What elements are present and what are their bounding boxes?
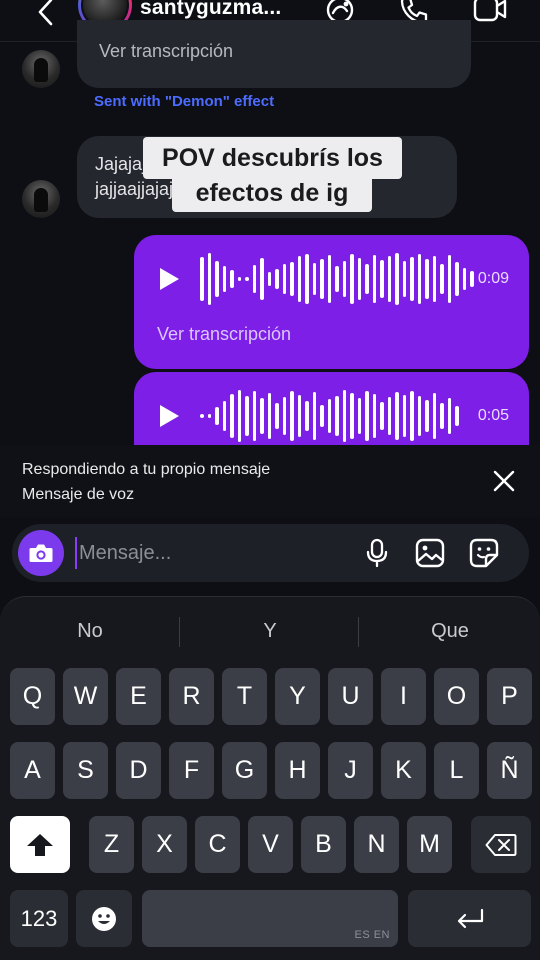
key-h[interactable]: H xyxy=(275,742,320,799)
reply-subtitle: Mensaje de voz xyxy=(22,486,135,503)
overlay-caption-line-1: POV descubrís los xyxy=(143,137,402,179)
key-v[interactable]: V xyxy=(248,816,293,873)
audio-waveform[interactable] xyxy=(200,388,459,444)
audio-waveform[interactable] xyxy=(200,251,474,307)
chevron-left-icon xyxy=(38,0,53,26)
key-m[interactable]: M xyxy=(407,816,452,873)
gallery-button[interactable] xyxy=(413,536,447,570)
key-j[interactable]: J xyxy=(328,742,373,799)
key-e[interactable]: E xyxy=(116,668,161,725)
voice-duration: 0:09 xyxy=(477,270,509,287)
effect-label: Sent with "Demon" effect xyxy=(94,93,275,110)
backspace-icon xyxy=(485,833,517,856)
return-icon xyxy=(457,908,483,928)
key-a[interactable]: A xyxy=(10,742,55,799)
emoji-key[interactable] xyxy=(76,890,132,947)
suggestion-divider xyxy=(358,617,359,647)
keyboard-suggestions: No Y Que xyxy=(0,613,540,649)
image-icon xyxy=(415,538,445,568)
on-screen-keyboard: No Y Que Q W E R T Y U I O P A S D F G H… xyxy=(0,596,540,960)
backspace-key[interactable] xyxy=(471,816,531,873)
back-button[interactable] xyxy=(30,0,60,30)
sticker-icon xyxy=(469,538,499,568)
key-i[interactable]: I xyxy=(381,668,426,725)
overlay-caption-line-2: efectos de ig xyxy=(172,174,372,212)
key-o[interactable]: O xyxy=(434,668,479,725)
cancel-reply-button[interactable] xyxy=(488,465,520,497)
key-w[interactable]: W xyxy=(63,668,108,725)
return-key[interactable] xyxy=(408,890,531,947)
sticker-button[interactable] xyxy=(467,536,501,570)
voice-duration: 0:05 xyxy=(477,407,509,424)
space-bar[interactable]: ES EN xyxy=(142,890,398,947)
suggestion-item[interactable]: No xyxy=(0,613,180,649)
key-k[interactable]: K xyxy=(381,742,426,799)
camera-icon xyxy=(29,544,53,562)
key-f[interactable]: F xyxy=(169,742,214,799)
key-u[interactable]: U xyxy=(328,668,373,725)
key-r[interactable]: R xyxy=(169,668,214,725)
message-input[interactable] xyxy=(75,537,345,569)
microphone-icon xyxy=(366,538,388,568)
key-s[interactable]: S xyxy=(63,742,108,799)
key-d[interactable]: D xyxy=(116,742,161,799)
key-b[interactable]: B xyxy=(301,816,346,873)
transcript-link[interactable]: Ver transcripción xyxy=(157,324,291,345)
suggestion-item[interactable]: Que xyxy=(360,613,540,649)
key-t[interactable]: T xyxy=(222,668,267,725)
video-call-button[interactable] xyxy=(472,0,508,28)
camera-button[interactable] xyxy=(18,530,64,576)
voice-message-bubble[interactable]: 0:09 Ver transcripción xyxy=(134,235,529,369)
shift-key[interactable] xyxy=(10,816,70,873)
reply-preview: Respondiendo a tu propio mensaje Mensaje… xyxy=(0,445,540,517)
message-composer xyxy=(12,524,529,582)
key-n[interactable]: N xyxy=(354,816,399,873)
shift-arrow-icon xyxy=(27,833,53,856)
close-icon xyxy=(493,470,515,492)
suggestion-item[interactable]: Y xyxy=(180,613,360,649)
play-icon[interactable] xyxy=(158,267,180,291)
sender-avatar[interactable] xyxy=(22,180,60,218)
play-icon[interactable] xyxy=(158,404,180,428)
video-camera-icon xyxy=(473,0,507,22)
numbers-key[interactable]: 123 xyxy=(10,890,68,947)
contact-name[interactable]: santyguzma... xyxy=(140,0,281,20)
keyboard-language-label: ES EN xyxy=(354,929,390,941)
previous-message-bubble: Ver transcripción xyxy=(77,20,471,88)
key-q[interactable]: Q xyxy=(10,668,55,725)
key-y[interactable]: Y xyxy=(275,668,320,725)
emoji-icon xyxy=(92,906,116,931)
key-n-tilde[interactable]: Ñ xyxy=(487,742,532,799)
key-l[interactable]: L xyxy=(434,742,479,799)
reply-title: Respondiendo a tu propio mensaje xyxy=(22,461,271,478)
key-c[interactable]: C xyxy=(195,816,240,873)
key-g[interactable]: G xyxy=(222,742,267,799)
voice-record-button[interactable] xyxy=(360,536,394,570)
transcript-link[interactable]: Ver transcripción xyxy=(99,41,233,62)
key-z[interactable]: Z xyxy=(89,816,134,873)
sender-avatar[interactable] xyxy=(22,50,60,88)
key-x[interactable]: X xyxy=(142,816,187,873)
key-p[interactable]: P xyxy=(487,668,532,725)
